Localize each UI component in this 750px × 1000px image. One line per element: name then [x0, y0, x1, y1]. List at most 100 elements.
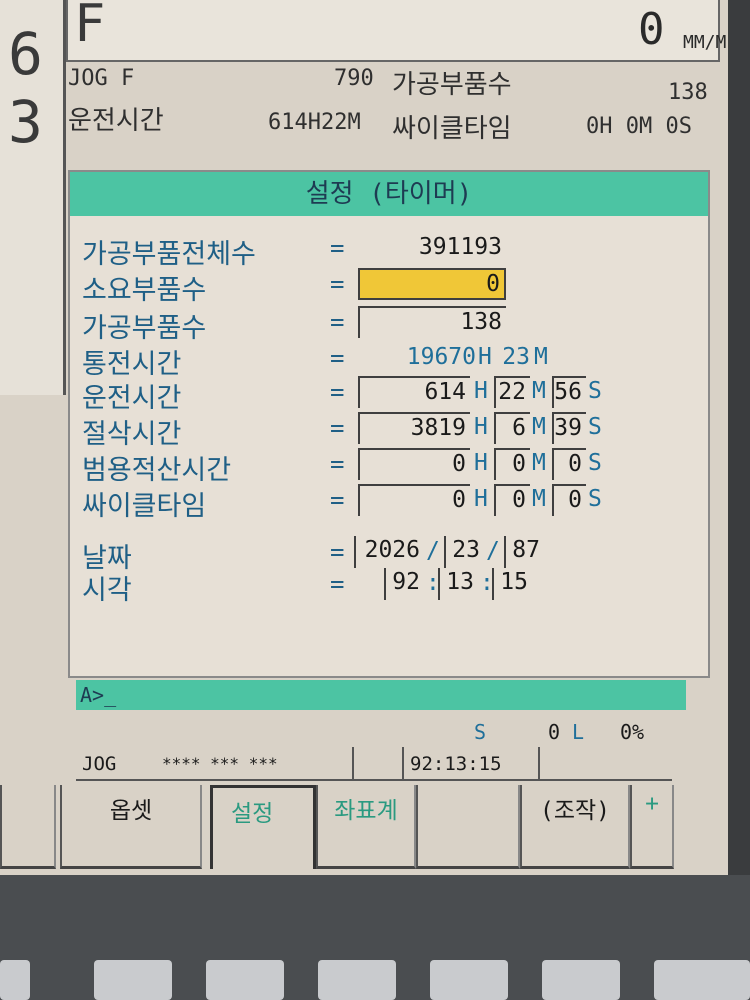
minutes-unit: M	[532, 450, 546, 476]
cutting-hours-input[interactable]: 3819	[358, 412, 470, 444]
time-row: 시각 = 92 : 13 : 15	[70, 568, 708, 606]
equals-sign: =	[330, 234, 345, 262]
panel-title: 설정 (타이머)	[70, 172, 708, 216]
power-on-hours: 19670	[406, 344, 476, 370]
general-seconds-input[interactable]: 0	[552, 448, 586, 480]
softkey-operation[interactable]: (조작)	[520, 785, 630, 869]
cutting-minutes-input[interactable]: 6	[494, 412, 530, 444]
date-separator: /	[486, 538, 500, 564]
power-on-time-row: 통전시간 = 19670 H 23 M	[70, 342, 708, 380]
hardware-key[interactable]	[0, 960, 30, 1000]
equals-sign: =	[330, 378, 345, 406]
spindle-label: S	[474, 720, 487, 744]
timer-settings-panel: 설정 (타이머) 가공부품전체수 = 391193 소요부품수 = 0 가공부품…	[68, 170, 710, 678]
total-parts-label: 가공부품전체수	[82, 239, 256, 270]
date-row: 날짜 = 2026 / 23 / 87	[70, 536, 708, 574]
date-year-input[interactable]: 2026	[354, 536, 424, 568]
machined-parts-label: 가공부품수	[392, 70, 512, 100]
minutes-unit: M	[532, 378, 546, 404]
general-integration-time-label: 범용적산시간	[82, 455, 232, 486]
time-hour-input[interactable]: 92	[384, 568, 424, 600]
load-value: 0%	[620, 720, 645, 744]
equals-sign: =	[330, 486, 345, 514]
date-separator: /	[426, 538, 440, 564]
command-input-line[interactable]: A>_	[76, 680, 686, 710]
load-label: L	[572, 720, 585, 744]
cycle-minutes-input[interactable]: 0	[494, 484, 530, 516]
machined-parts-input[interactable]: 138	[358, 306, 506, 338]
feed-label: F	[74, 0, 106, 54]
spindle-value: 0	[548, 720, 561, 744]
equals-sign: =	[330, 538, 345, 566]
operating-seconds-input[interactable]: 56	[552, 376, 586, 408]
hardware-key[interactable]	[94, 960, 172, 1000]
equals-sign: =	[330, 450, 345, 478]
hours-unit: H	[474, 414, 488, 440]
hours-unit: H	[474, 486, 488, 512]
equals-sign: =	[330, 570, 345, 598]
hours-unit: H	[474, 450, 488, 476]
cutting-seconds-input[interactable]: 39	[552, 412, 586, 444]
time-minute-input[interactable]: 13	[438, 568, 478, 600]
required-parts-label: 소요부품수	[82, 275, 207, 306]
operating-time-row: 운전시간 = 614 H 22 M 56 S	[70, 376, 708, 414]
date-day-input[interactable]: 87	[504, 536, 544, 568]
hardware-key[interactable]	[654, 960, 750, 1000]
softkey-next[interactable]: +	[630, 785, 674, 869]
required-parts-input[interactable]: 0	[358, 268, 506, 300]
feed-value: 0	[638, 4, 665, 55]
hardware-key[interactable]	[542, 960, 620, 1000]
machined-parts-value: 138	[668, 80, 708, 105]
operating-minutes-input[interactable]: 22	[494, 376, 530, 408]
cutting-time-label: 절삭시간	[82, 419, 182, 450]
general-integration-time-row: 범용적산시간 = 0 H 0 M 0 S	[70, 448, 708, 486]
softkey-coordinate[interactable]: 좌표계	[316, 785, 416, 869]
left-digit-top: 6	[8, 20, 43, 88]
general-hours-input[interactable]: 0	[358, 448, 470, 480]
seconds-unit: S	[588, 414, 602, 440]
cycle-time-row: 싸이클타임 = 0 H 0 M 0 S	[70, 484, 708, 522]
left-digit-bottom: 3	[8, 88, 43, 156]
hours-unit: H	[478, 344, 492, 370]
date-month-input[interactable]: 23	[444, 536, 484, 568]
feed-unit: MM/MIN	[683, 32, 728, 53]
cycle-time-label: 싸이클타임	[82, 491, 207, 522]
total-parts-value: 391193	[418, 234, 502, 260]
softkey-setting[interactable]: 설정	[210, 785, 316, 869]
softkey-empty[interactable]	[416, 785, 520, 869]
hardware-key[interactable]	[318, 960, 396, 1000]
cycle-time-label: 싸이클타임	[392, 114, 512, 144]
machined-parts-row: 가공부품수 = 138	[70, 306, 708, 344]
hardware-key[interactable]	[206, 960, 284, 1000]
minutes-unit: M	[534, 344, 548, 370]
equals-sign: =	[330, 344, 345, 372]
minutes-unit: M	[532, 414, 546, 440]
seconds-unit: S	[588, 486, 602, 512]
general-minutes-input[interactable]: 0	[494, 448, 530, 480]
required-parts-row: 소요부품수 = 0	[70, 268, 708, 306]
status-clock: 92:13:15	[402, 747, 538, 781]
status-stars: **** *** ***	[162, 754, 278, 773]
softkey-empty[interactable]	[0, 785, 56, 869]
jog-feed-label: JOG F	[68, 66, 135, 91]
status-empty-cell	[352, 747, 402, 781]
hardware-key[interactable]	[430, 960, 508, 1000]
run-time-label: 운전시간	[68, 106, 164, 136]
operating-time-label: 운전시간	[82, 383, 182, 414]
seconds-unit: S	[588, 450, 602, 476]
run-time-value: 614H22M	[268, 110, 361, 135]
mode-indicator: JOG	[82, 753, 117, 775]
cycle-seconds-input[interactable]: 0	[552, 484, 586, 516]
time-second-input[interactable]: 15	[492, 568, 532, 600]
total-parts-row: 가공부품전체수 = 391193	[70, 232, 708, 270]
cycle-hours-input[interactable]: 0	[358, 484, 470, 516]
equals-sign: =	[330, 308, 345, 336]
feed-rate-box: F 0 MM/MIN	[66, 0, 728, 62]
power-on-minutes: 23	[502, 344, 530, 370]
operating-hours-input[interactable]: 614	[358, 376, 470, 408]
softkey-bar: 옵셋 설정 좌표계 (조작) +	[0, 785, 680, 873]
equals-sign: =	[330, 414, 345, 442]
softkey-offset[interactable]: 옵셋	[60, 785, 202, 869]
cnc-screen: 6 3 F 0 MM/MIN JOG F 790 가공부품수 138 운전시간 …	[0, 0, 728, 875]
left-position-panel: 6 3	[0, 0, 66, 395]
